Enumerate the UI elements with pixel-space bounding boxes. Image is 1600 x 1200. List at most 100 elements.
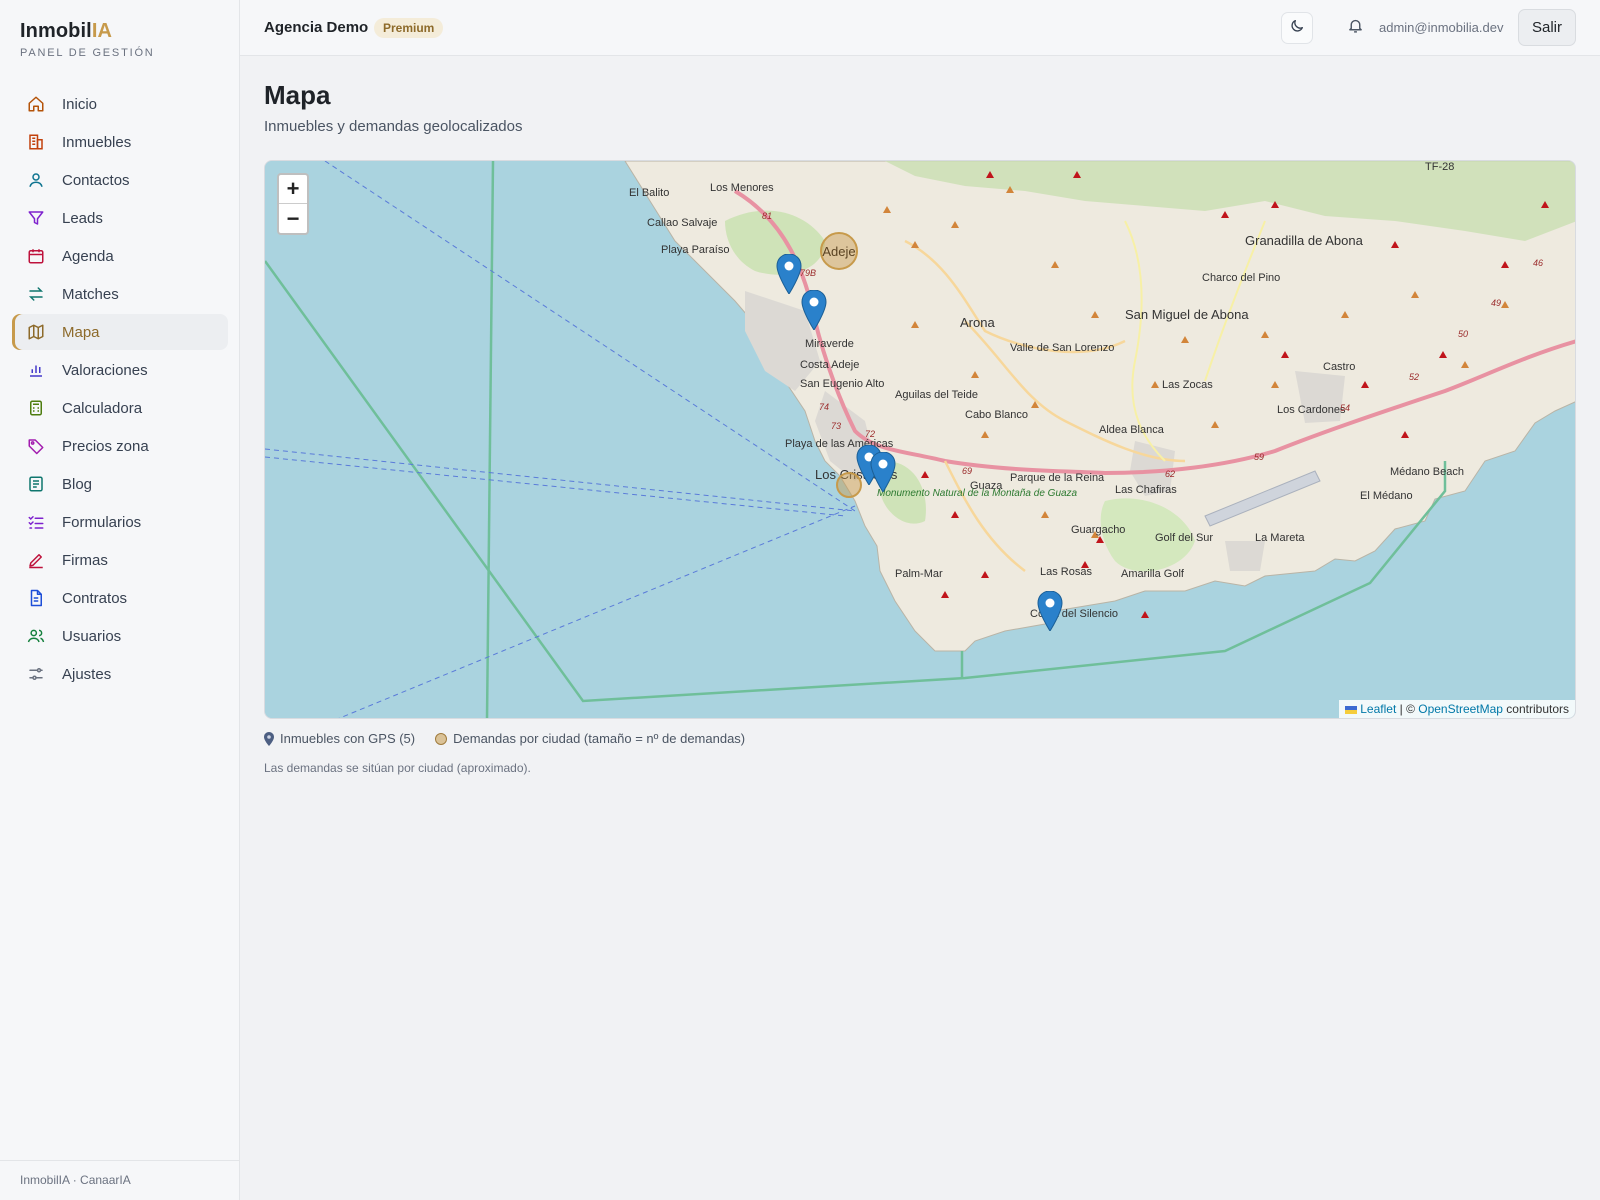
sidebar-item-mapa[interactable]: Mapa	[12, 314, 228, 350]
place-label: TF-28	[1425, 161, 1454, 173]
map-container[interactable]: El Balito Los Menores Callao Salvaje Pla…	[264, 160, 1576, 719]
sidebar-item-firmas[interactable]: Firmas	[12, 542, 228, 578]
place-label: Médano Beach	[1390, 466, 1464, 478]
sidebar-item-calculadora[interactable]: Calculadora	[12, 390, 228, 426]
funnel-icon	[26, 208, 46, 228]
sidebar-item-blog[interactable]: Blog	[12, 466, 228, 502]
sidebar-item-label: Precios zona	[62, 437, 149, 455]
place-label: Monumento Natural de la Montaña de Guaza	[877, 488, 1078, 499]
zoom-in-button[interactable]: +	[279, 175, 307, 204]
calculator-icon	[26, 398, 46, 418]
map-legend: Inmuebles con GPS (5) Demandas por ciuda…	[264, 731, 745, 746]
place-label: Granadilla de Abona	[1245, 233, 1364, 248]
page-subtitle: Inmuebles y demandas geolocalizados	[264, 118, 523, 135]
place-label: La Mareta	[1255, 532, 1305, 544]
svg-text:74: 74	[819, 402, 829, 412]
legend-note: Las demandas se sitúan por ciudad (aprox…	[264, 761, 531, 775]
sidebar-item-precios-zona[interactable]: Precios zona	[12, 428, 228, 464]
sidebar-item-valoraciones[interactable]: Valoraciones	[12, 352, 228, 388]
top-bar: Agencia Demo Premium admin@inmobilia.dev…	[240, 0, 1600, 56]
svg-text:73: 73	[831, 421, 841, 431]
osm-link[interactable]: OpenStreetMap	[1418, 702, 1503, 716]
sidebar-item-label: Valoraciones	[62, 361, 148, 379]
sidebar-item-leads[interactable]: Leads	[12, 200, 228, 236]
svg-text:50: 50	[1458, 329, 1468, 339]
map-tiles[interactable]: El Balito Los Menores Callao Salvaje Pla…	[265, 161, 1576, 719]
sidebar-item-formularios[interactable]: Formularios	[12, 504, 228, 540]
brand-name: InmobilIA	[20, 20, 113, 42]
tag-icon	[26, 436, 46, 456]
property-marker[interactable]	[870, 452, 896, 492]
place-label: Aguilas del Teide	[895, 389, 978, 401]
sidebar: InmobilIA PANEL DE GESTIÓN Inicio Inmueb…	[0, 0, 240, 1200]
moon-icon	[1289, 18, 1305, 39]
sidebar-item-label: Blog	[62, 475, 93, 493]
demand-cluster-marker[interactable]: Adeje	[820, 232, 858, 270]
svg-text:59: 59	[1254, 452, 1264, 462]
place-label: San Eugenio Alto	[800, 378, 884, 390]
svg-text:46: 46	[1533, 258, 1543, 268]
pen-icon	[26, 550, 46, 570]
sidebar-item-contactos[interactable]: Contactos	[12, 162, 228, 198]
property-marker[interactable]	[801, 290, 827, 330]
place-label: Playa Paraíso	[661, 244, 729, 256]
place-label: Costa Adeje	[800, 359, 859, 371]
svg-text:49: 49	[1491, 298, 1501, 308]
page-title: Mapa	[264, 80, 331, 110]
property-marker[interactable]	[776, 254, 802, 294]
place-label: Los Cardones	[1277, 404, 1346, 416]
document-icon	[26, 474, 46, 494]
place-label: Palm-Mar	[895, 568, 943, 580]
sidebar-item-contratos[interactable]: Contratos	[12, 580, 228, 616]
plan-badge: Premium	[374, 18, 444, 38]
legend-properties: Inmuebles con GPS (5)	[280, 731, 416, 746]
place-label: Los Menores	[710, 182, 774, 194]
map-attribution: Leaflet | © OpenStreetMap contributors	[1339, 700, 1575, 718]
place-label: Las Zocas	[1162, 379, 1213, 391]
place-label: El Balito	[629, 187, 669, 199]
svg-text:62: 62	[1165, 469, 1175, 479]
home-icon	[26, 94, 46, 114]
bar-chart-icon	[26, 360, 46, 380]
sidebar-item-label: Contactos	[62, 171, 130, 189]
checklist-icon	[26, 512, 46, 532]
arrows-icon	[26, 284, 46, 304]
sidebar-item-ajustes[interactable]: Ajustes	[12, 656, 228, 692]
sidebar-footer: InmobilIA · CanaarIA	[0, 1160, 240, 1200]
place-label: Amarilla Golf	[1121, 568, 1185, 580]
place-label: Las Rosas	[1040, 566, 1092, 578]
place-label: Arona	[960, 315, 995, 330]
agency-name: Agencia Demo	[264, 19, 369, 36]
sliders-icon	[26, 664, 46, 684]
sidebar-item-label: Inmuebles	[62, 133, 132, 151]
map-pin-icon	[264, 731, 274, 746]
property-marker[interactable]	[1037, 591, 1063, 631]
place-label: Charco del Pino	[1202, 272, 1280, 284]
svg-text:81: 81	[762, 211, 772, 221]
building-icon	[26, 132, 46, 152]
brand-logo[interactable]: InmobilIA PANEL DE GESTIÓN	[20, 20, 155, 59]
ukraine-flag-icon	[1345, 706, 1358, 714]
map-icon	[26, 322, 46, 342]
logout-button[interactable]: Salir	[1518, 9, 1576, 46]
place-label: Aldea Blanca	[1099, 424, 1165, 436]
zoom-out-button[interactable]: −	[279, 204, 307, 233]
sidebar-item-label: Usuarios	[62, 627, 122, 645]
place-label: Las Chafiras	[1115, 484, 1177, 496]
file-icon	[26, 588, 46, 608]
sidebar-item-label: Formularios	[62, 513, 142, 531]
notifications-button[interactable]	[1339, 12, 1371, 44]
theme-toggle-button[interactable]	[1281, 12, 1313, 44]
place-label: El Médano	[1360, 490, 1413, 502]
sidebar-item-inmuebles[interactable]: Inmuebles	[12, 124, 228, 160]
bell-icon	[1347, 17, 1364, 39]
brand-subtitle: PANEL DE GESTIÓN	[20, 47, 155, 59]
svg-text:72: 72	[865, 429, 875, 439]
sidebar-item-inicio[interactable]: Inicio	[12, 86, 228, 122]
sidebar-item-usuarios[interactable]: Usuarios	[12, 618, 228, 654]
place-label: Golf del Sur	[1155, 532, 1213, 544]
sidebar-item-agenda[interactable]: Agenda	[12, 238, 228, 274]
sidebar-item-label: Calculadora	[62, 399, 143, 417]
sidebar-item-matches[interactable]: Matches	[12, 276, 228, 312]
leaflet-link[interactable]: Leaflet	[1360, 702, 1396, 716]
